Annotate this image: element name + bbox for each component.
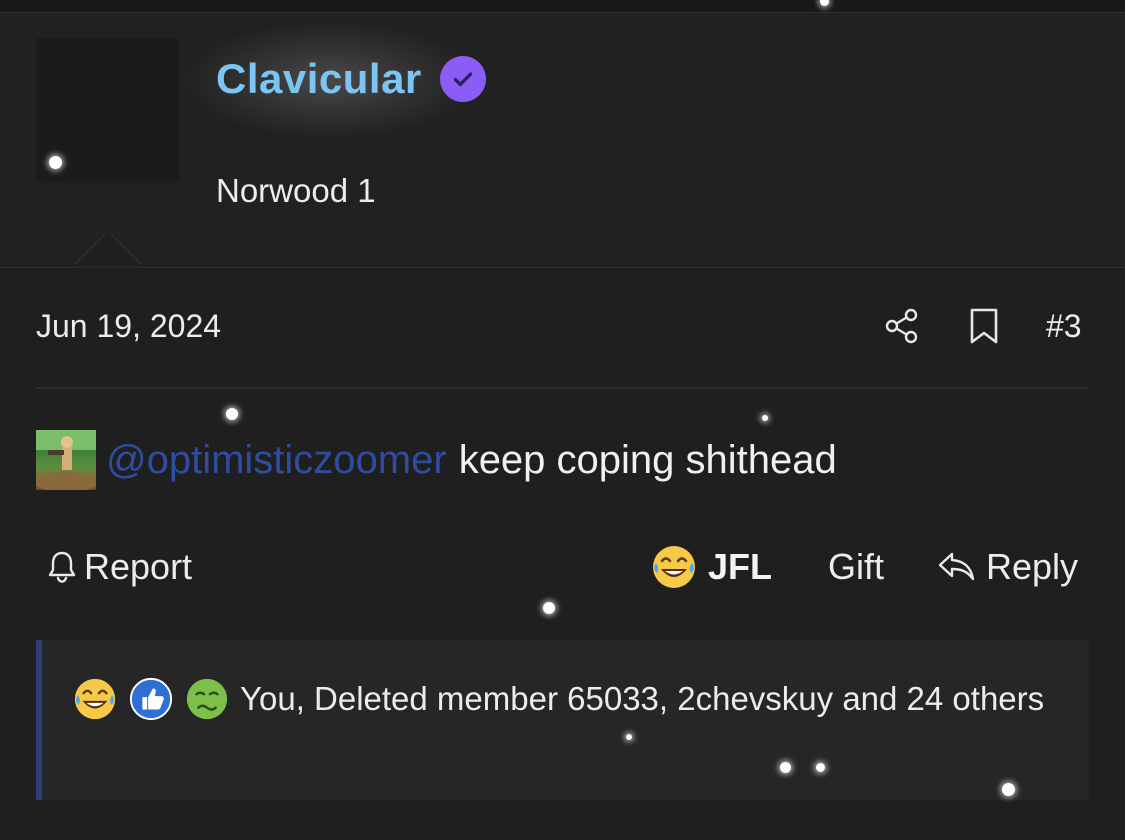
reactions-text-block: You, Deleted member 65033, 2chevskuy and…: [72, 674, 1062, 723]
reactions-summary[interactable]: You, Deleted member 65033, 2chevskuy and…: [36, 640, 1089, 800]
bookmark-icon[interactable]: [968, 307, 1000, 345]
report-label: Report: [84, 546, 193, 587]
reactions-summary-text: You, Deleted member 65033, 2chevskuy and…: [240, 680, 1045, 717]
reply-button[interactable]: Reply: [936, 540, 1078, 594]
post-number[interactable]: #3: [1046, 308, 1082, 345]
post-date[interactable]: Jun 19, 2024: [36, 308, 221, 345]
snow-dot: [780, 762, 791, 773]
message-text: keep coping shithead: [458, 437, 837, 482]
snow-dot: [226, 408, 238, 420]
verified-badge-icon: [439, 56, 486, 102]
reply-label: Reply: [986, 546, 1079, 587]
mention-avatar[interactable]: [36, 430, 96, 490]
bell-icon: [48, 551, 76, 583]
post-actions: Report JFL Gift Reply: [36, 540, 1089, 594]
snow-dot: [626, 734, 632, 740]
top-strip: [0, 0, 1125, 12]
nauseated-emoji-icon: [186, 678, 228, 720]
snow-dot: [543, 602, 555, 614]
snow-dot: [1002, 783, 1015, 796]
share-icon[interactable]: [884, 308, 920, 344]
snow-dot: [762, 415, 768, 421]
report-button[interactable]: Report: [46, 540, 192, 594]
gift-label: Gift: [828, 546, 885, 587]
thumbs-up-emoji-icon: [129, 677, 173, 721]
reaction-label: JFL: [708, 546, 773, 587]
snow-dot: [816, 763, 825, 772]
user-title: Norwood 1: [216, 172, 376, 209]
mention-link[interactable]: @optimisticzoomer: [106, 438, 447, 483]
crying-laughing-emoji-icon: [74, 678, 116, 720]
reply-icon: [938, 552, 975, 581]
snow-dot: [49, 156, 62, 169]
gift-button[interactable]: Gift: [828, 540, 884, 594]
crying-laughing-emoji-icon: [653, 546, 695, 588]
post-message: @optimisticzoomer keep coping shithead: [36, 430, 837, 490]
divider: [36, 387, 1089, 389]
reaction-button[interactable]: JFL: [650, 540, 772, 594]
username[interactable]: Clavicular: [216, 55, 422, 103]
username-block: Clavicular: [216, 55, 486, 103]
